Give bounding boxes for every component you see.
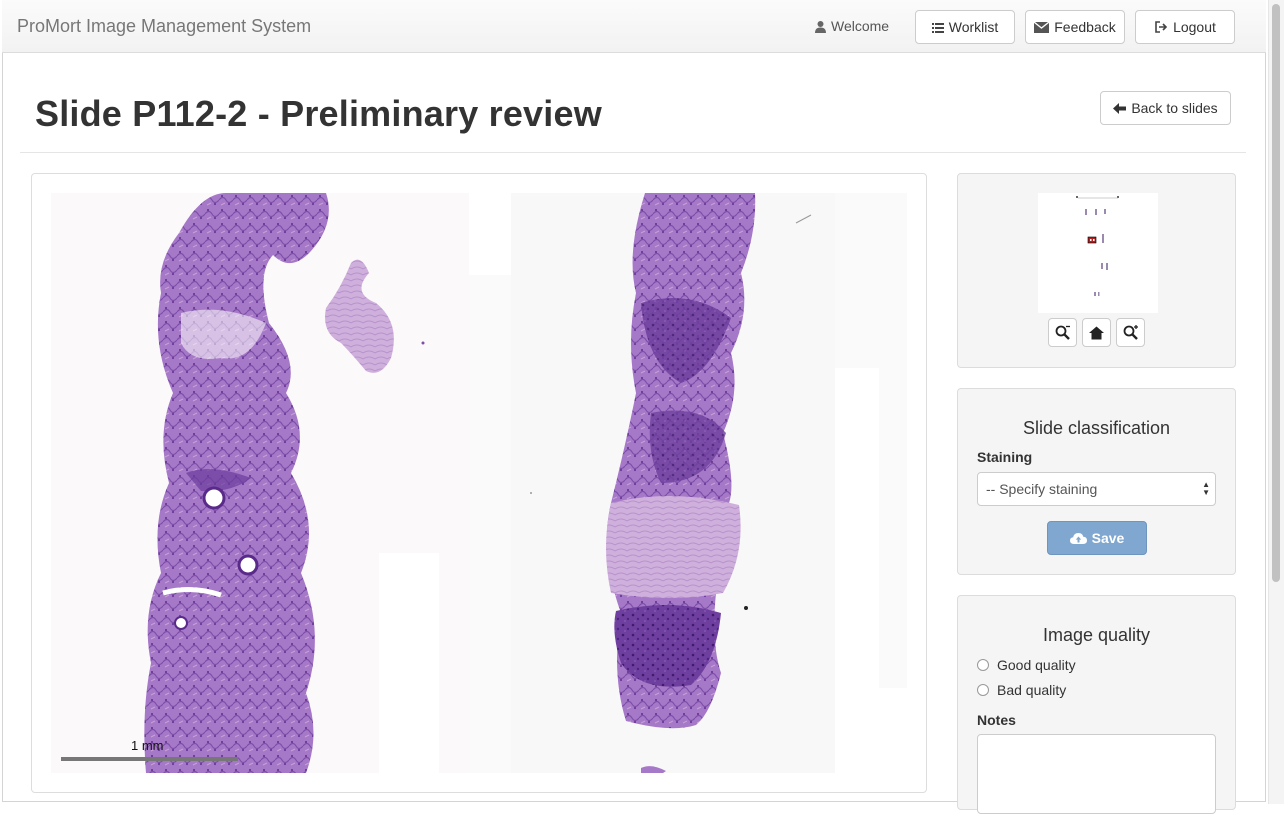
- cloud-upload-icon: [1069, 533, 1087, 544]
- zoom-out-icon: [1055, 325, 1070, 340]
- staining-label: Staining: [977, 449, 1033, 465]
- notes-label: Notes: [977, 712, 1016, 728]
- worklist-label: Worklist: [948, 19, 999, 35]
- good-quality-radio[interactable]: [977, 659, 989, 671]
- logout-button[interactable]: Logout: [1135, 10, 1235, 44]
- classification-title: Slide classification: [1022, 418, 1171, 438]
- save-label: Save: [1091, 530, 1125, 546]
- image-quality-title: Image quality: [1042, 625, 1151, 645]
- image-quality-panel: Image quality Good quality Bad quality N…: [957, 595, 1236, 814]
- feedback-button[interactable]: Feedback: [1025, 10, 1125, 44]
- zoom-in-button[interactable]: [1116, 318, 1145, 347]
- page-scrollbar[interactable]: [1268, 0, 1284, 804]
- welcome-label: Welcome: [831, 18, 890, 34]
- logout-icon: [1155, 21, 1168, 33]
- slide-viewer[interactable]: [51, 193, 907, 773]
- logout-label: Logout: [1173, 19, 1216, 35]
- welcome-link[interactable]: Welcome: [814, 18, 889, 34]
- user-icon: [815, 20, 826, 33]
- good-quality-label: Good quality: [997, 657, 1076, 673]
- home-icon: [1089, 326, 1104, 339]
- page-title: Slide P112-2 - Preliminary review: [35, 93, 602, 134]
- bad-quality-radio[interactable]: [977, 684, 989, 696]
- good-quality-option[interactable]: Good quality: [977, 657, 1076, 673]
- slide-classification-panel: Slide classification Staining -- Specify…: [957, 388, 1236, 575]
- arrow-left-icon: [1113, 102, 1127, 114]
- staining-select[interactable]: -- Specify staining ▲ ▼: [977, 472, 1216, 506]
- select-arrows-icon: ▲ ▼: [1202, 480, 1210, 497]
- zoom-in-icon: [1123, 324, 1138, 340]
- slide-image: [51, 193, 907, 773]
- scrollbar-thumb[interactable]: [1272, 4, 1280, 582]
- notes-textarea[interactable]: [977, 734, 1216, 814]
- navigator-panel: [957, 173, 1236, 368]
- save-button[interactable]: Save: [1047, 521, 1147, 555]
- worklist-button[interactable]: Worklist: [915, 10, 1015, 44]
- zoom-out-button[interactable]: [1048, 318, 1077, 347]
- brand-title[interactable]: ProMort Image Management System: [17, 16, 311, 37]
- bad-quality-option[interactable]: Bad quality: [977, 682, 1066, 698]
- scale-bar: [61, 757, 238, 761]
- navigator-thumbnail[interactable]: [1038, 193, 1158, 313]
- list-icon: [931, 22, 944, 33]
- top-navbar: ProMort Image Management System Welcome …: [2, 0, 1266, 53]
- staining-selected-value: -- Specify staining: [986, 481, 1098, 497]
- envelope-icon: [1034, 21, 1050, 33]
- bad-quality-label: Bad quality: [997, 682, 1067, 698]
- thumbnail-image: [1038, 193, 1158, 313]
- back-to-slides-button[interactable]: Back to slides: [1100, 91, 1231, 125]
- back-label: Back to slides: [1131, 100, 1218, 116]
- scale-label: 1 mm: [131, 738, 164, 753]
- home-button[interactable]: [1082, 318, 1111, 347]
- header-divider: [20, 152, 1246, 153]
- feedback-label: Feedback: [1054, 19, 1116, 35]
